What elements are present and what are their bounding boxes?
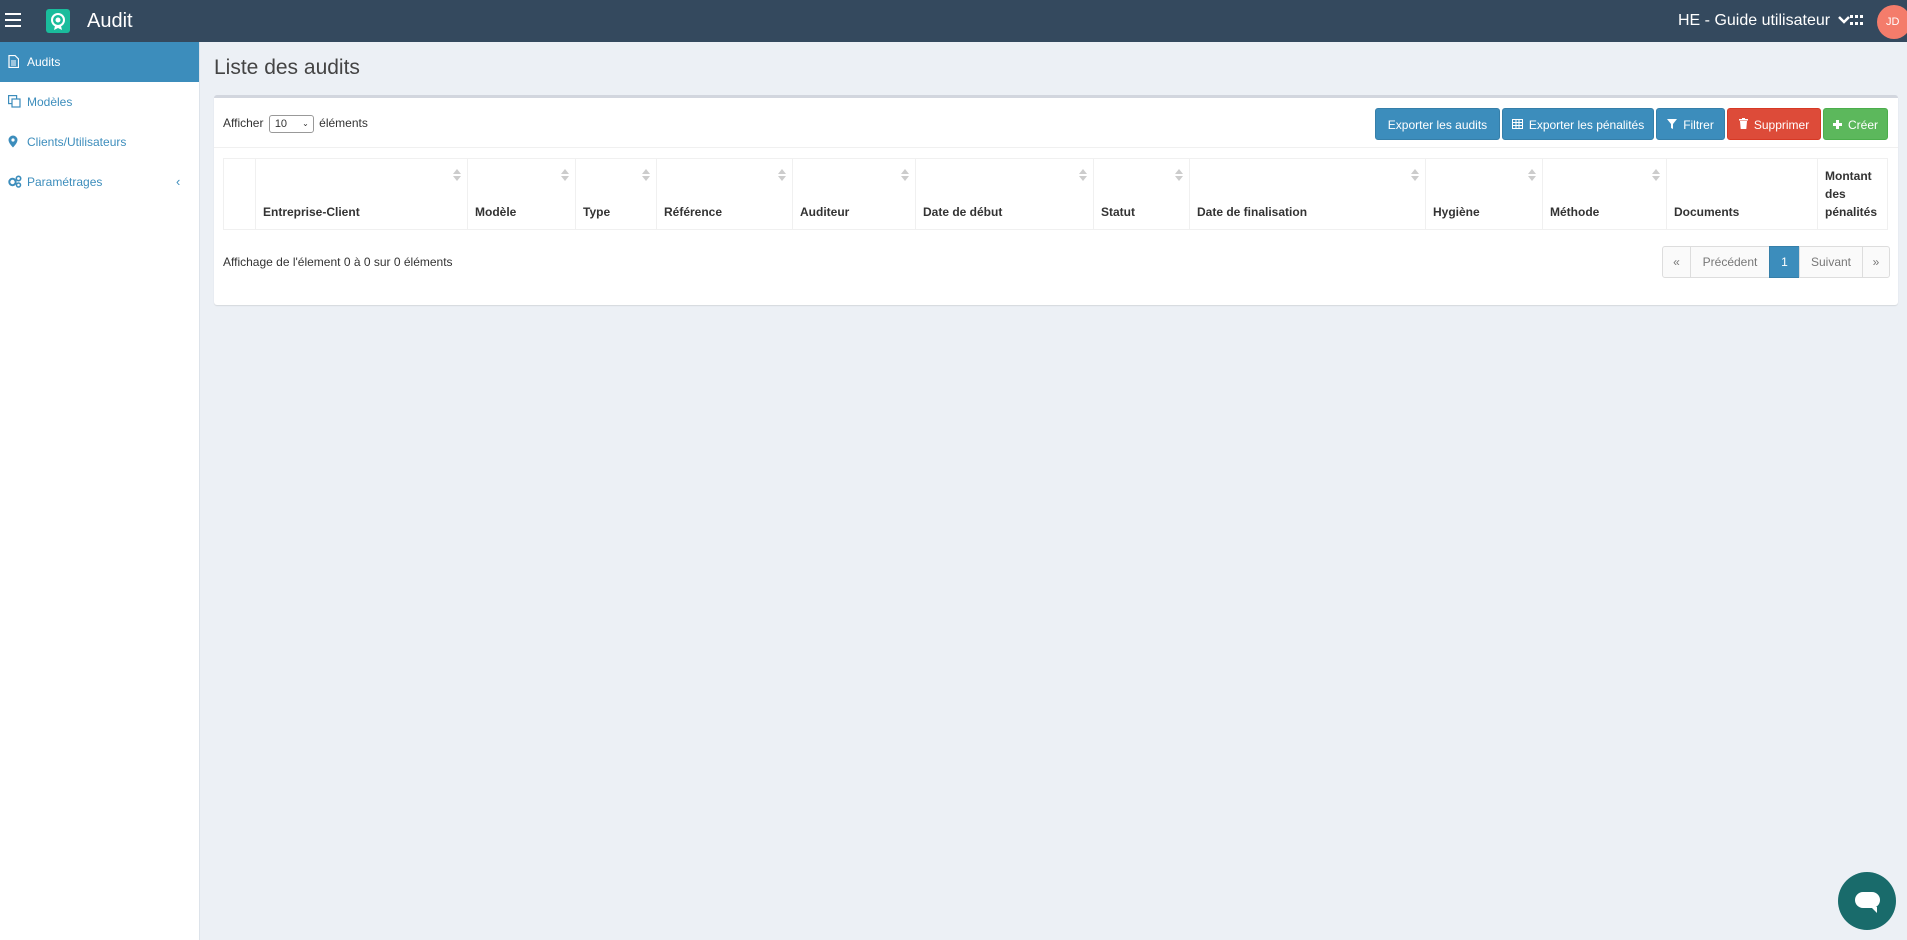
page-length-control: Afficher 10 ⌄ éléments xyxy=(223,115,368,133)
sidebar-item-parametrages[interactable]: Paramétrages ‹ xyxy=(0,162,199,202)
column-header-methode[interactable]: Méthode xyxy=(1543,159,1667,229)
table-info: Affichage de l'élement 0 à 0 sur 0 éléme… xyxy=(223,255,453,269)
plus-icon xyxy=(1832,120,1845,132)
sort-icon xyxy=(901,169,909,181)
filter-label: Filtrer xyxy=(1683,118,1714,132)
pagination: « Précédent 1 Suivant » xyxy=(1662,246,1890,278)
file-icon xyxy=(8,54,20,69)
sidebar-item-label: Clients/Utilisateurs xyxy=(27,135,127,149)
sort-icon xyxy=(1411,169,1419,181)
delete-button[interactable]: Supprimer xyxy=(1727,108,1821,140)
column-header-entreprise-client[interactable]: Entreprise-Client xyxy=(256,159,468,229)
column-header-modele[interactable]: Modèle xyxy=(468,159,576,229)
sidebar: Audits Modèles Clients/Utilisateurs Para… xyxy=(0,42,200,940)
column-header-type[interactable]: Type xyxy=(576,159,657,229)
chevron-left-icon: ‹ xyxy=(176,174,181,189)
export-penalties-label: Exporter les pénalités xyxy=(1528,118,1645,132)
create-label: Créer xyxy=(1848,118,1879,132)
organization-menu[interactable]: HE - Guide utilisateur xyxy=(1678,12,1850,30)
sort-icon xyxy=(778,169,786,181)
sort-icon xyxy=(1079,169,1087,181)
column-header-auditeur[interactable]: Auditeur xyxy=(793,159,916,229)
copy-icon xyxy=(8,95,21,108)
audits-table: Entreprise-Client Modèle Type Référence … xyxy=(223,158,1888,230)
sidebar-item-clients[interactable]: Clients/Utilisateurs xyxy=(0,122,199,162)
export-audits-button[interactable]: Exporter les audits xyxy=(1375,108,1500,140)
sidebar-item-audits[interactable]: Audits xyxy=(0,42,199,82)
apps-grid-icon[interactable] xyxy=(1850,15,1863,27)
column-header-hygiene[interactable]: Hygiène xyxy=(1426,159,1543,229)
table-icon xyxy=(1511,119,1526,132)
show-suffix-label: éléments xyxy=(319,116,368,131)
sidebar-item-label: Paramétrages xyxy=(27,175,103,189)
sidebar-item-label: Audits xyxy=(27,55,61,69)
chat-bubble-icon xyxy=(1855,892,1880,913)
pagination-last[interactable]: » xyxy=(1862,246,1890,278)
sort-icon xyxy=(453,169,461,181)
app-logo-icon xyxy=(46,9,70,33)
pagination-page-1[interactable]: 1 xyxy=(1769,246,1800,278)
organization-name: HE - Guide utilisateur xyxy=(1678,12,1831,29)
chevron-down-icon xyxy=(1837,12,1850,30)
sort-icon xyxy=(642,169,650,181)
trash-icon xyxy=(1738,118,1751,132)
delete-label: Supprimer xyxy=(1753,118,1810,132)
page-length-select[interactable]: 10 ⌄ xyxy=(268,115,314,133)
sort-icon xyxy=(561,169,569,181)
column-header-montant-penalites: Montant des pénalités xyxy=(1825,169,1878,219)
app-title: Audit xyxy=(87,10,133,32)
page-length-value: 10 xyxy=(274,118,288,130)
filter-icon xyxy=(1667,119,1680,132)
show-prefix-label: Afficher xyxy=(223,116,264,131)
column-header-select xyxy=(224,159,256,229)
gears-icon xyxy=(8,175,22,188)
page-title: Liste des audits xyxy=(214,56,360,79)
column-header-date-finalisation[interactable]: Date de finalisation xyxy=(1190,159,1426,229)
sort-icon xyxy=(1175,169,1183,181)
pagination-previous[interactable]: Précédent xyxy=(1690,246,1770,278)
top-navbar: Audit HE - Guide utilisateur JD xyxy=(0,0,1907,42)
menu-toggle-icon[interactable] xyxy=(5,13,21,27)
user-avatar[interactable]: JD xyxy=(1877,5,1907,39)
export-penalties-button[interactable]: Exporter les pénalités xyxy=(1502,108,1654,140)
pagination-next[interactable]: Suivant xyxy=(1799,246,1863,278)
sidebar-item-modeles[interactable]: Modèles xyxy=(0,82,199,122)
export-audits-label: Exporter les audits xyxy=(1387,118,1488,132)
box-divider xyxy=(214,147,1898,148)
sort-icon xyxy=(1652,169,1660,181)
column-header-reference[interactable]: Référence xyxy=(657,159,793,229)
column-header-date-debut[interactable]: Date de début xyxy=(916,159,1094,229)
create-button[interactable]: Créer xyxy=(1823,108,1888,140)
sort-icon xyxy=(1528,169,1536,181)
filter-button[interactable]: Filtrer xyxy=(1656,108,1725,140)
chevron-down-icon: ⌄ xyxy=(302,119,309,128)
column-header-documents: Documents xyxy=(1667,159,1818,229)
map-marker-icon xyxy=(8,135,20,148)
sidebar-item-label: Modèles xyxy=(27,95,73,109)
chat-launcher-button[interactable] xyxy=(1838,872,1896,930)
column-header-statut[interactable]: Statut xyxy=(1094,159,1190,229)
pagination-first[interactable]: « xyxy=(1662,246,1691,278)
audits-list-box: Afficher 10 ⌄ éléments Exporter les audi… xyxy=(214,95,1898,305)
